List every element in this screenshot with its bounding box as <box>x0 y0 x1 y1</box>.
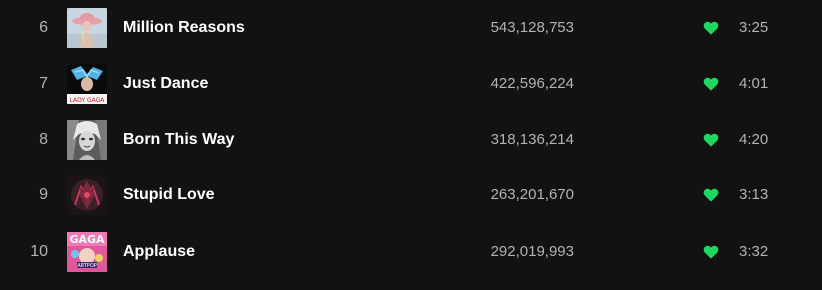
track-row[interactable]: 10 GAGA ARTPOP Applause 292,019,993 3:32 <box>0 224 822 280</box>
track-title[interactable]: Applause <box>123 241 195 263</box>
track-number: 7 <box>39 75 48 92</box>
track-row[interactable]: 9 Stupid Love 263,201,670 3:13 <box>0 167 822 223</box>
liked-heart-icon[interactable] <box>703 187 719 203</box>
track-number: 8 <box>39 131 48 148</box>
album-art-chromatica <box>67 175 107 215</box>
play-count: 543,128,753 <box>490 19 574 36</box>
album-art-artpop: GAGA ARTPOP <box>67 232 107 272</box>
album-art-joanne <box>67 8 107 48</box>
svg-text:ARTPOP: ARTPOP <box>77 263 97 269</box>
album-art-born-this-way <box>67 120 107 160</box>
track-duration: 4:01 <box>739 75 769 92</box>
track-duration: 3:32 <box>739 243 769 260</box>
track-row[interactable]: 8 Born This Way 318,136,214 4:20 <box>0 112 822 168</box>
play-count: 318,136,214 <box>490 131 574 148</box>
liked-heart-icon[interactable] <box>703 132 719 148</box>
play-count: 422,596,224 <box>490 75 574 92</box>
track-title[interactable]: Just Dance <box>123 73 208 95</box>
liked-heart-icon[interactable] <box>703 76 719 92</box>
track-duration: 3:13 <box>739 186 769 203</box>
track-number: 9 <box>39 186 48 203</box>
track-title[interactable]: Stupid Love <box>123 184 215 206</box>
track-row[interactable]: 6 Million Reasons 543,128,753 3:25 <box>0 0 822 56</box>
play-count: 263,201,670 <box>490 186 574 203</box>
svg-text:GAGA: GAGA <box>69 233 105 246</box>
play-count: 292,019,993 <box>490 243 574 260</box>
album-art-the-fame: LADY GAGA <box>67 64 107 104</box>
track-duration: 3:25 <box>739 19 769 36</box>
track-title[interactable]: Born This Way <box>123 129 234 151</box>
track-list: 6 Million Reasons 543,128,753 3:25 7 LAD… <box>0 0 822 290</box>
svg-text:LADY GAGA: LADY GAGA <box>70 97 106 104</box>
track-number: 10 <box>30 243 48 260</box>
liked-heart-icon[interactable] <box>703 244 719 260</box>
track-number: 6 <box>39 19 48 36</box>
liked-heart-icon[interactable] <box>703 20 719 36</box>
track-title[interactable]: Million Reasons <box>123 17 245 39</box>
track-row[interactable]: 7 LADY GAGA Just Dance 422,596,224 4:01 <box>0 56 822 112</box>
track-duration: 4:20 <box>739 131 769 148</box>
